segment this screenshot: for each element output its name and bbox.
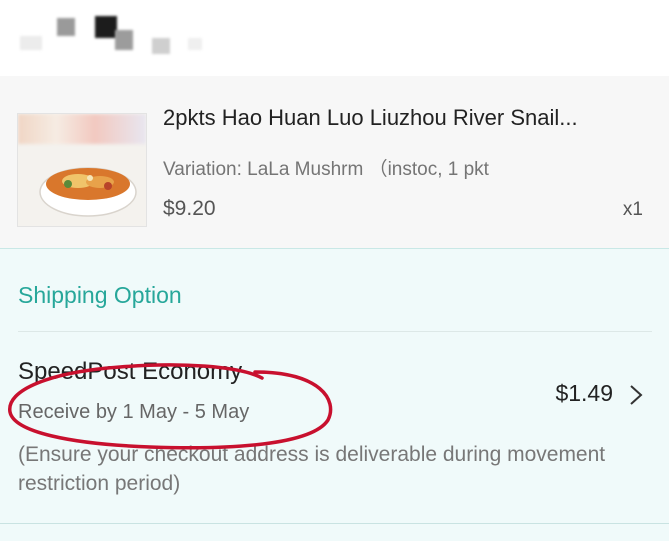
blurred-header-block: [188, 38, 202, 50]
blurred-header-block: [152, 38, 170, 54]
blurred-header-block: [95, 16, 117, 38]
product-quantity: x1: [622, 199, 643, 220]
chevron-right-icon[interactable]: [628, 383, 644, 407]
section-divider: [18, 331, 652, 332]
product-title: 2pkts Hao Huan Luo Liuzhou River Snail..…: [163, 105, 578, 130]
shipping-option-heading: Shipping Option: [18, 282, 182, 308]
product-price: $9.20: [163, 197, 216, 220]
blurred-label-band: [18, 114, 146, 144]
shipping-method-name[interactable]: SpeedPost Economy: [18, 358, 242, 386]
delivery-estimate: Receive by 1 May - 5 May: [18, 401, 250, 423]
blurred-header-block: [20, 36, 42, 50]
product-variation: Variation: LaLa Mushrm （instoc, 1 pkt: [163, 159, 489, 180]
delivery-note: (Ensure your checkout address is deliver…: [18, 443, 606, 495]
blurred-header-block: [115, 30, 133, 50]
product-thumbnail: [17, 113, 147, 227]
noodle-bowl-image: [39, 167, 137, 217]
section-bottom-border: [0, 523, 669, 524]
blurred-header-block: [57, 18, 75, 36]
header-bar: [0, 0, 669, 76]
shipping-price[interactable]: $1.49: [555, 380, 613, 407]
